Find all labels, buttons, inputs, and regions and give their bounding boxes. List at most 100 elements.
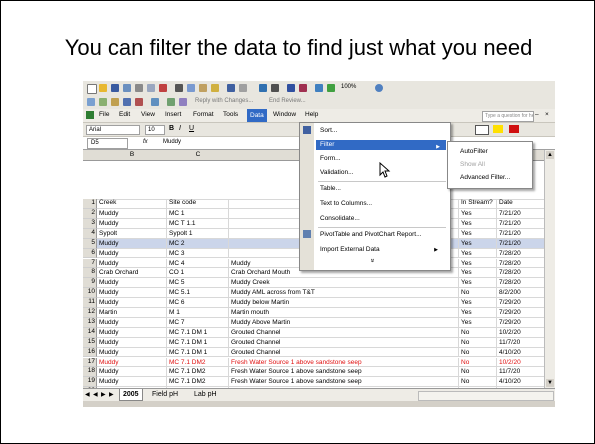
bold-button[interactable]: B	[169, 125, 174, 132]
cell-description[interactable]: Fresh Water Source 1 above sandstone see…	[229, 377, 459, 388]
cell-creek[interactable]: Muddy	[97, 218, 167, 229]
excel-doc-icon[interactable]	[86, 111, 94, 119]
header-site-code[interactable]: Site code	[167, 199, 229, 209]
cell-creek[interactable]: Crab Orchard	[97, 268, 167, 279]
zoom-value[interactable]: 100%	[341, 84, 356, 90]
name-box[interactable]: D5	[87, 138, 128, 149]
cell-description[interactable]: Fresh Water Source 1 above sandstone see…	[229, 357, 459, 368]
hyperlink-icon[interactable]	[259, 84, 267, 92]
cell-description[interactable]: Grouted Channel	[229, 347, 459, 358]
format-painter-icon[interactable]	[211, 84, 219, 92]
cell-date[interactable]: 4/10/20	[497, 377, 545, 388]
cell-in-stream[interactable]: Yes	[459, 258, 497, 269]
cell-creek[interactable]: Sypolt	[97, 228, 167, 239]
cut-icon[interactable]	[175, 84, 183, 92]
fx-icon[interactable]: fx	[143, 139, 148, 145]
cell-in-stream[interactable]: Yes	[459, 228, 497, 239]
font-color-icon[interactable]	[509, 125, 519, 133]
cell-creek[interactable]: Muddy	[97, 238, 167, 249]
review-icon-7[interactable]	[167, 98, 175, 106]
cell-in-stream[interactable]: Yes	[459, 298, 497, 308]
redo-icon[interactable]	[239, 84, 247, 92]
row-number[interactable]: 1	[83, 199, 97, 209]
cell-site-code[interactable]: MC 7.1 DM 1	[167, 327, 229, 338]
row-number[interactable]: 14	[83, 327, 97, 338]
header-date[interactable]: Date	[497, 199, 545, 209]
cell-in-stream[interactable]: Yes	[459, 238, 497, 249]
cell-in-stream[interactable]: No	[459, 367, 497, 378]
italic-button[interactable]: I	[179, 125, 181, 132]
review-icon-6[interactable]	[151, 98, 159, 106]
horizontal-scrollbar[interactable]	[418, 391, 554, 401]
cell-date[interactable]: 7/28/20	[497, 258, 545, 269]
last-sheet-icon[interactable]: ▶	[109, 391, 114, 398]
cell-description[interactable]: Grouted Channel	[229, 327, 459, 338]
print-icon[interactable]	[135, 84, 143, 92]
row-number[interactable]: 17	[83, 357, 97, 368]
row-number[interactable]: 5	[83, 238, 97, 249]
review-icon-8[interactable]	[179, 98, 187, 106]
scroll-up-icon[interactable]: ▲	[546, 151, 554, 159]
undo-icon[interactable]	[227, 84, 235, 92]
cell-description[interactable]: Muddy below Martin	[229, 298, 459, 308]
window-close-icon[interactable]: ×	[545, 111, 549, 118]
menu-item-sort[interactable]: Sort...	[320, 127, 337, 134]
row-number[interactable]: 9	[83, 278, 97, 289]
cell-in-stream[interactable]: No	[459, 377, 497, 388]
cell-creek[interactable]: Muddy	[97, 317, 167, 328]
review-icon-3[interactable]	[111, 98, 119, 106]
header-in-stream[interactable]: In Stream?	[459, 199, 497, 209]
first-sheet-icon[interactable]: ◀	[85, 391, 90, 398]
cell-in-stream[interactable]: Yes	[459, 278, 497, 289]
menu-insert[interactable]: Insert	[165, 111, 181, 118]
cell-site-code[interactable]: MC T 1.1	[167, 218, 229, 229]
menu-file[interactable]: File	[99, 111, 109, 118]
cell-in-stream[interactable]: Yes	[459, 248, 497, 259]
cell-in-stream[interactable]: Yes	[459, 317, 497, 328]
cell-creek[interactable]: Muddy	[97, 258, 167, 269]
cell-creek[interactable]: Muddy	[97, 327, 167, 338]
vertical-scrollbar[interactable]: ▲ ▼	[544, 150, 555, 388]
font-name-box[interactable]: Arial	[86, 125, 140, 135]
cell-date[interactable]: 4/10/20	[497, 347, 545, 358]
column-header-c[interactable]: C	[167, 151, 229, 158]
menu-item-form[interactable]: Form...	[320, 155, 341, 162]
row-number[interactable]: 16	[83, 347, 97, 358]
underline-button[interactable]: U	[189, 125, 194, 132]
cell-date[interactable]: 7/28/20	[497, 278, 545, 289]
new-icon[interactable]	[87, 84, 97, 94]
cell-site-code[interactable]: MC 5.1	[167, 288, 229, 299]
cell-site-code[interactable]: MC 5	[167, 278, 229, 289]
row-number[interactable]: 10	[83, 288, 97, 299]
cell-creek[interactable]: Muddy	[97, 248, 167, 259]
cell-date[interactable]: 7/21/20	[497, 218, 545, 229]
sheet-tab-lab-ph[interactable]: Lab pH	[191, 389, 220, 400]
row-number[interactable]: 8	[83, 268, 97, 279]
cell-in-stream[interactable]: Yes	[459, 308, 497, 318]
sheet-tab-2005[interactable]: 2005	[119, 389, 143, 401]
menu-expand-icon[interactable]: »	[368, 259, 375, 263]
cell-site-code[interactable]: MC 7.1 DM 1	[167, 337, 229, 348]
cell-description[interactable]: Muddy AML across from T&T	[229, 288, 459, 299]
cell-site-code[interactable]: M 1	[167, 308, 229, 318]
cell-description[interactable]: Muddy Creek	[229, 278, 459, 289]
cell-site-code[interactable]: MC 7.1 DM 1	[167, 347, 229, 358]
menu-item-pivottable[interactable]: PivotTable and PivotChart Report...	[320, 231, 422, 238]
paste-icon[interactable]	[199, 84, 207, 92]
cell-date[interactable]: 7/21/20	[497, 228, 545, 239]
cell-creek[interactable]: Muddy	[97, 347, 167, 358]
review-icon-4[interactable]	[123, 98, 131, 106]
row-number[interactable]: 6	[83, 248, 97, 259]
borders-icon[interactable]	[475, 125, 489, 135]
cell-date[interactable]: 7/21/20	[497, 209, 545, 219]
row-number[interactable]: 13	[83, 317, 97, 328]
cell-date[interactable]: 7/29/20	[497, 317, 545, 328]
menu-help[interactable]: Help	[305, 111, 318, 118]
review-icon-2[interactable]	[99, 98, 107, 106]
reply-with-changes[interactable]: Reply with Changes...	[195, 98, 253, 104]
cell-in-stream[interactable]: Yes	[459, 268, 497, 279]
drawing-icon[interactable]	[327, 84, 335, 92]
cell-site-code[interactable]: MC 4	[167, 258, 229, 269]
formula-input[interactable]: Muddy	[163, 139, 181, 145]
autosum-icon[interactable]	[271, 84, 279, 92]
